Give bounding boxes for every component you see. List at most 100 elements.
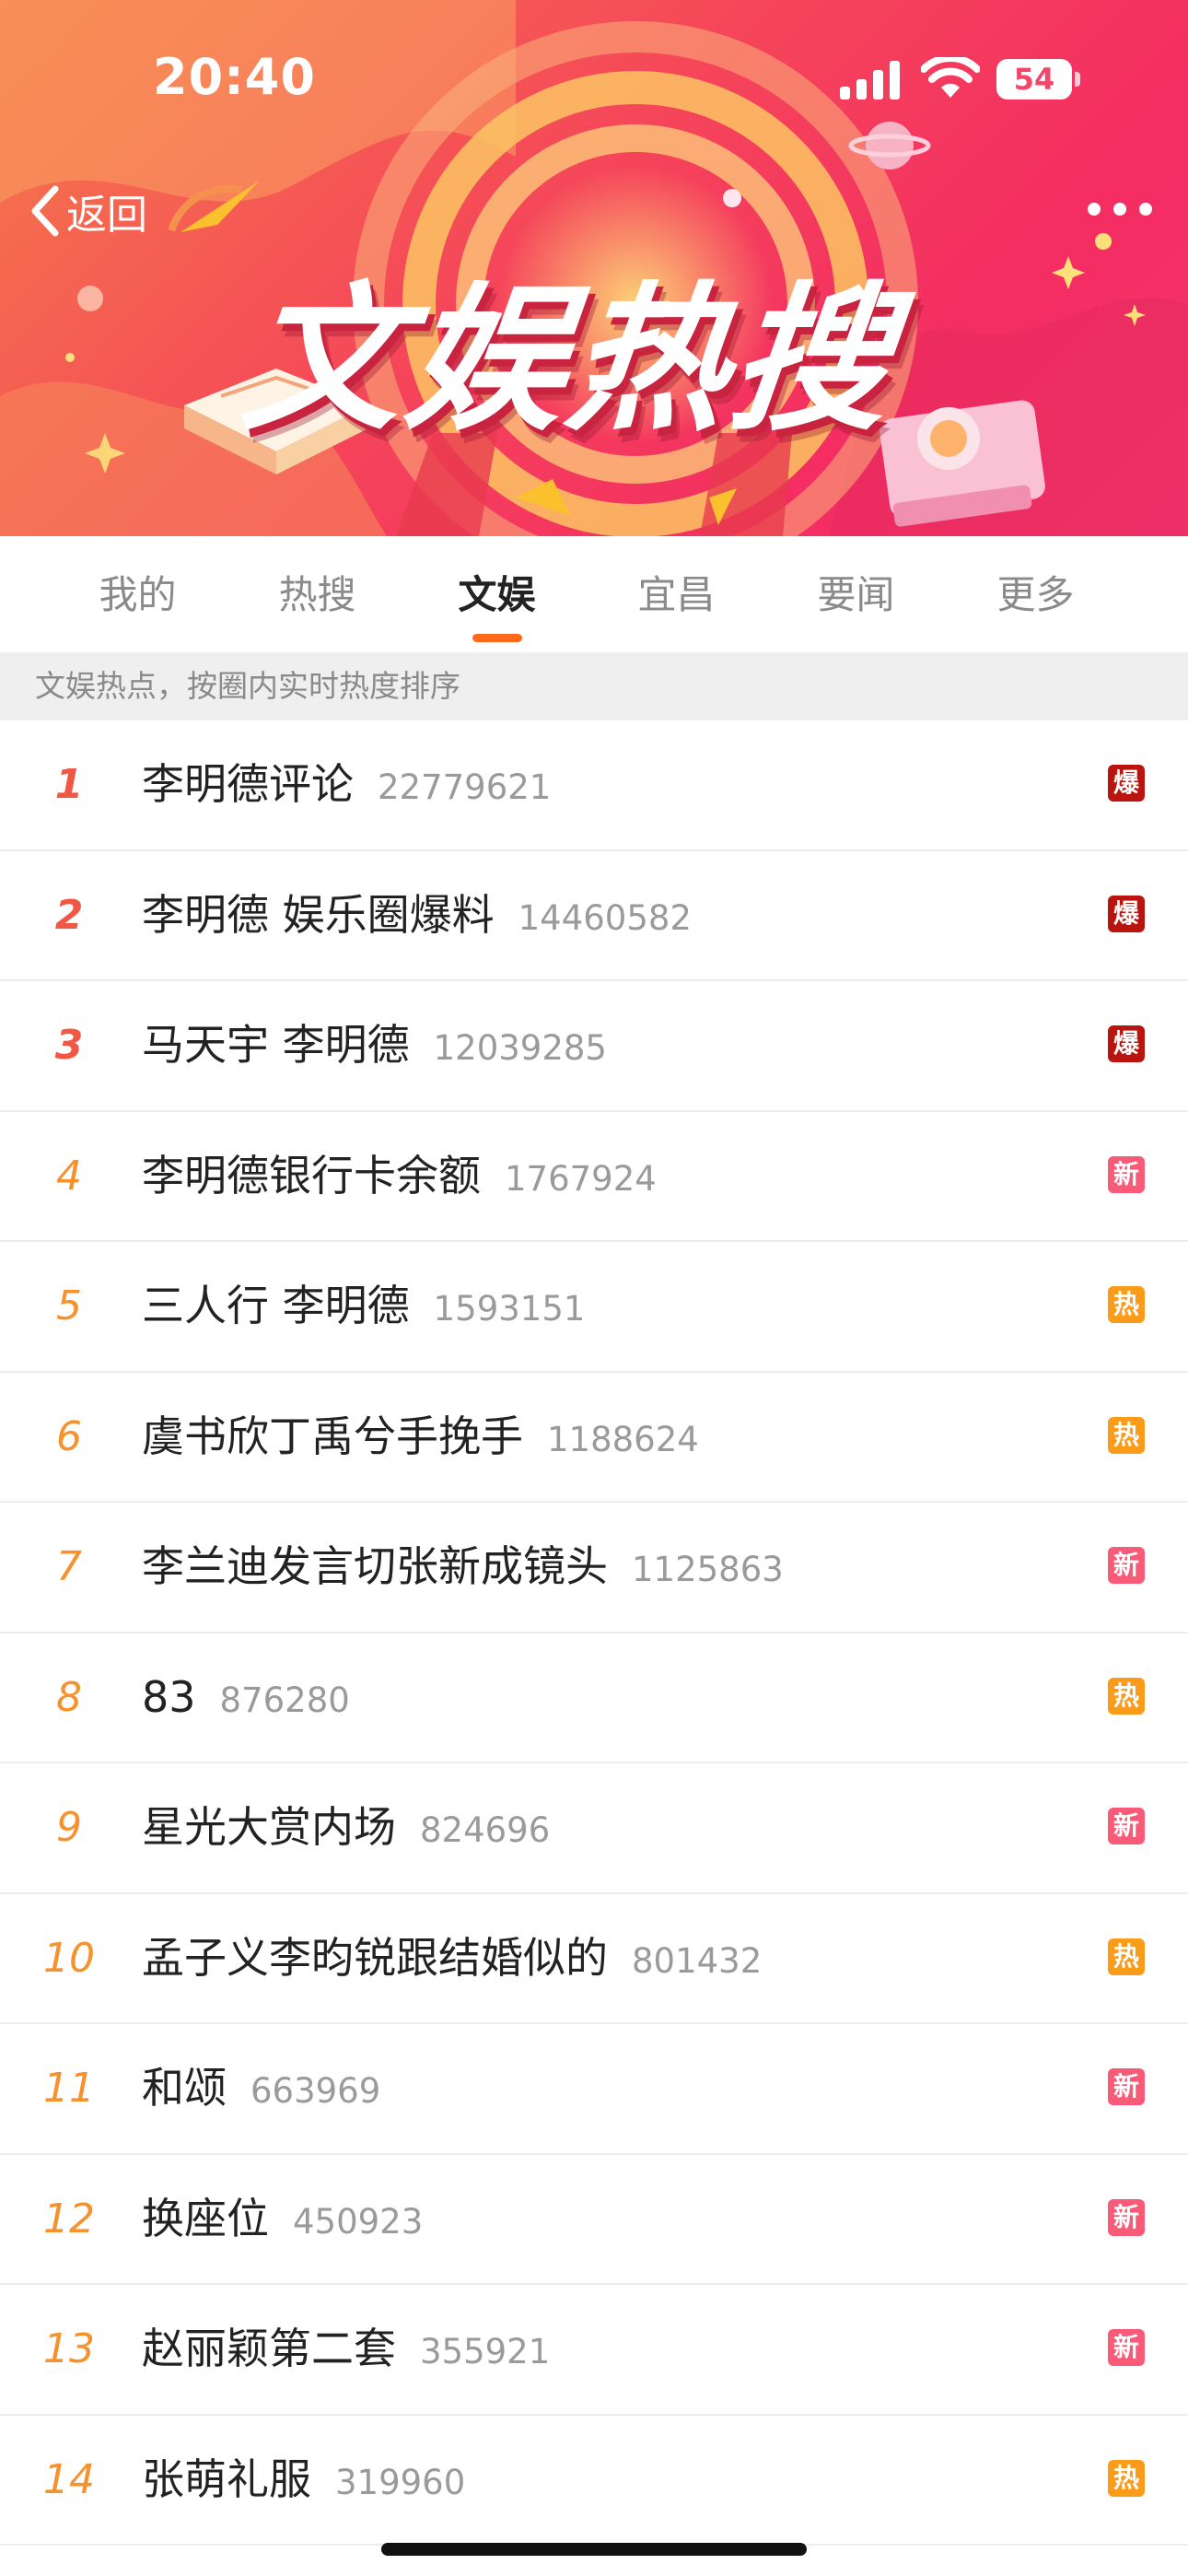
list-item[interactable]: 2 李明德 娱乐圈爆料 14460582 爆 [0,851,1188,981]
list-item[interactable]: 6 虞书欣丁禹兮手挽手 1188624 热 [0,1373,1188,1503]
badge-new: 新 [1108,1155,1145,1193]
tab-more[interactable]: 更多 [946,564,1125,620]
list-item[interactable]: 3 马天宇 李明德 12039285 爆 [0,981,1188,1112]
item-text: 星光大赏内场 824696 [142,1763,550,1891]
item-text: 和颂 663969 [142,2024,380,2152]
rank-number: 3 [54,1022,84,1069]
list-item[interactable]: 8 83 876280 热 [0,1633,1188,1763]
rank-number: 14 [43,2455,95,2503]
item-text: 李明德评论 22779621 [142,720,551,849]
battery-icon: 54 [996,59,1080,100]
rank-number: 10 [43,1934,95,1982]
wifi-icon [921,57,980,98]
list-item[interactable]: 12 换座位 450923 新 [0,2155,1188,2285]
item-count: 1767924 [505,1158,657,1199]
item-text: 虞书欣丁禹兮手挽手 1188624 [142,1373,699,1501]
rank-number: 7 [56,1543,82,1590]
item-keyword: 虞书欣丁禹兮手挽手 [142,1411,523,1461]
list-item[interactable]: 7 李兰迪发言切张新成镜头 1125863 新 [0,1503,1188,1633]
badge-hot: 热 [1108,1677,1145,1715]
item-text: 换座位 450923 [142,2155,423,2283]
item-keyword: 张萌礼服 [142,2453,311,2504]
item-count: 450923 [293,2201,424,2242]
item-keyword: 三人行 李明德 [142,1281,410,1330]
item-count: 12039285 [433,1028,607,1068]
back-button[interactable]: 返回 [29,179,147,243]
list-item[interactable]: 1 李明德评论 22779621 爆 [0,720,1188,851]
item-keyword: 换座位 [142,2193,269,2243]
item-count: 319960 [335,2462,466,2502]
badge-explosive: 爆 [1108,895,1145,932]
rank-number: 9 [56,1804,82,1851]
hero-banner: 20:40 54 返回 文娱热搜 [0,0,1188,536]
badge-new: 新 [1108,1808,1145,1844]
list-item[interactable]: 11 和颂 663969 新 [0,2024,1188,2155]
battery-tip [1075,72,1080,87]
status-time: 20:40 [153,48,316,106]
item-count: 801432 [632,1940,763,1981]
back-label: 返回 [66,192,147,239]
item-count: 1125863 [632,1550,784,1589]
item-text: 李兰迪发言切张新成镜头 1125863 [142,1503,784,1631]
badge-hot: 热 [1108,1938,1145,1975]
item-text: 李明德银行卡余额 1767924 [142,1112,657,1240]
hot-search-list: 1 李明德评论 22779621 爆 2 李明德 娱乐圈爆料 14460582 爆 … [0,720,1188,2546]
item-count: 663969 [250,2071,381,2111]
rank-number: 4 [56,1152,82,1200]
item-keyword: 孟子义李昀锐跟结婚似的 [142,1932,608,1983]
item-keyword: 83 [142,1671,196,1722]
status-bar: 20:40 54 [0,0,1188,157]
banner-title: 文娱热搜 [235,267,903,452]
item-text: 孟子义李昀锐跟结婚似的 801432 [142,1894,762,2022]
item-keyword: 李明德 娱乐圈爆料 [142,889,495,940]
more-dots-icon[interactable] [1083,195,1157,223]
badge-new: 新 [1108,2068,1145,2105]
tab-hot-search[interactable]: 热搜 [227,564,407,620]
item-text: 张萌礼服 319960 [142,2416,465,2544]
item-count: 1188624 [547,1419,699,1459]
badge-hot: 热 [1108,1416,1145,1454]
item-keyword: 李明德评论 [142,759,354,809]
item-count: 876280 [219,1680,350,1720]
item-text: 马天宇 李明德 12039285 [142,981,607,1109]
tab-yichang[interactable]: 宜昌 [587,564,766,620]
rank-number: 5 [56,1282,82,1329]
home-indicator[interactable] [381,2543,807,2556]
item-keyword: 和颂 [142,2063,227,2113]
list-item[interactable]: 13 赵丽颖第二套 355921 新 [0,2285,1188,2416]
item-count: 355921 [420,2332,551,2371]
rank-number: 2 [54,891,84,939]
list-item[interactable]: 9 星光大赏内场 824696 新 [0,1763,1188,1894]
list-item[interactable]: 10 孟子义李昀锐跟结婚似的 801432 热 [0,1894,1188,2024]
item-count: 14460582 [518,897,692,938]
item-count: 1593151 [433,1289,586,1329]
tab-entertainment[interactable]: 文娱 [407,564,587,620]
chevron-left-icon [31,185,59,237]
rank-number: 13 [43,2325,95,2372]
item-count: 824696 [420,1810,551,1850]
item-count: 22779621 [378,767,552,807]
rank-number: 1 [54,761,84,808]
item-keyword: 星光大赏内场 [142,1802,396,1852]
item-keyword: 李兰迪发言切张新成镜头 [142,1541,608,1591]
badge-new: 新 [1108,1547,1145,1584]
list-item[interactable]: 4 李明德银行卡余额 1767924 新 [0,1112,1188,1242]
item-keyword: 李明德银行卡余额 [142,1150,481,1200]
rank-number: 11 [43,2065,95,2112]
badge-hot: 热 [1108,1286,1145,1323]
tab-mine[interactable]: 我的 [48,564,227,620]
tab-news[interactable]: 要闻 [766,564,946,620]
list-item[interactable]: 5 三人行 李明德 1593151 热 [0,1242,1188,1373]
item-text: 三人行 李明德 1593151 [142,1242,585,1370]
rank-number: 8 [56,1673,82,1721]
category-tabs: 我的 热搜 文娱 宜昌 要闻 更多 [0,536,1188,652]
badge-hot: 热 [1108,2459,1145,2497]
badge-explosive: 爆 [1108,1025,1145,1062]
signal-icon [840,61,900,100]
rank-number: 6 [56,1412,82,1460]
rank-number: 12 [43,2195,95,2242]
list-description: 文娱热点，按圈内实时热度排序 [0,652,1188,720]
battery-level: 54 [1013,62,1055,97]
list-item[interactable]: 14 张萌礼服 319960 热 [0,2416,1188,2546]
badge-explosive: 爆 [1108,765,1145,802]
